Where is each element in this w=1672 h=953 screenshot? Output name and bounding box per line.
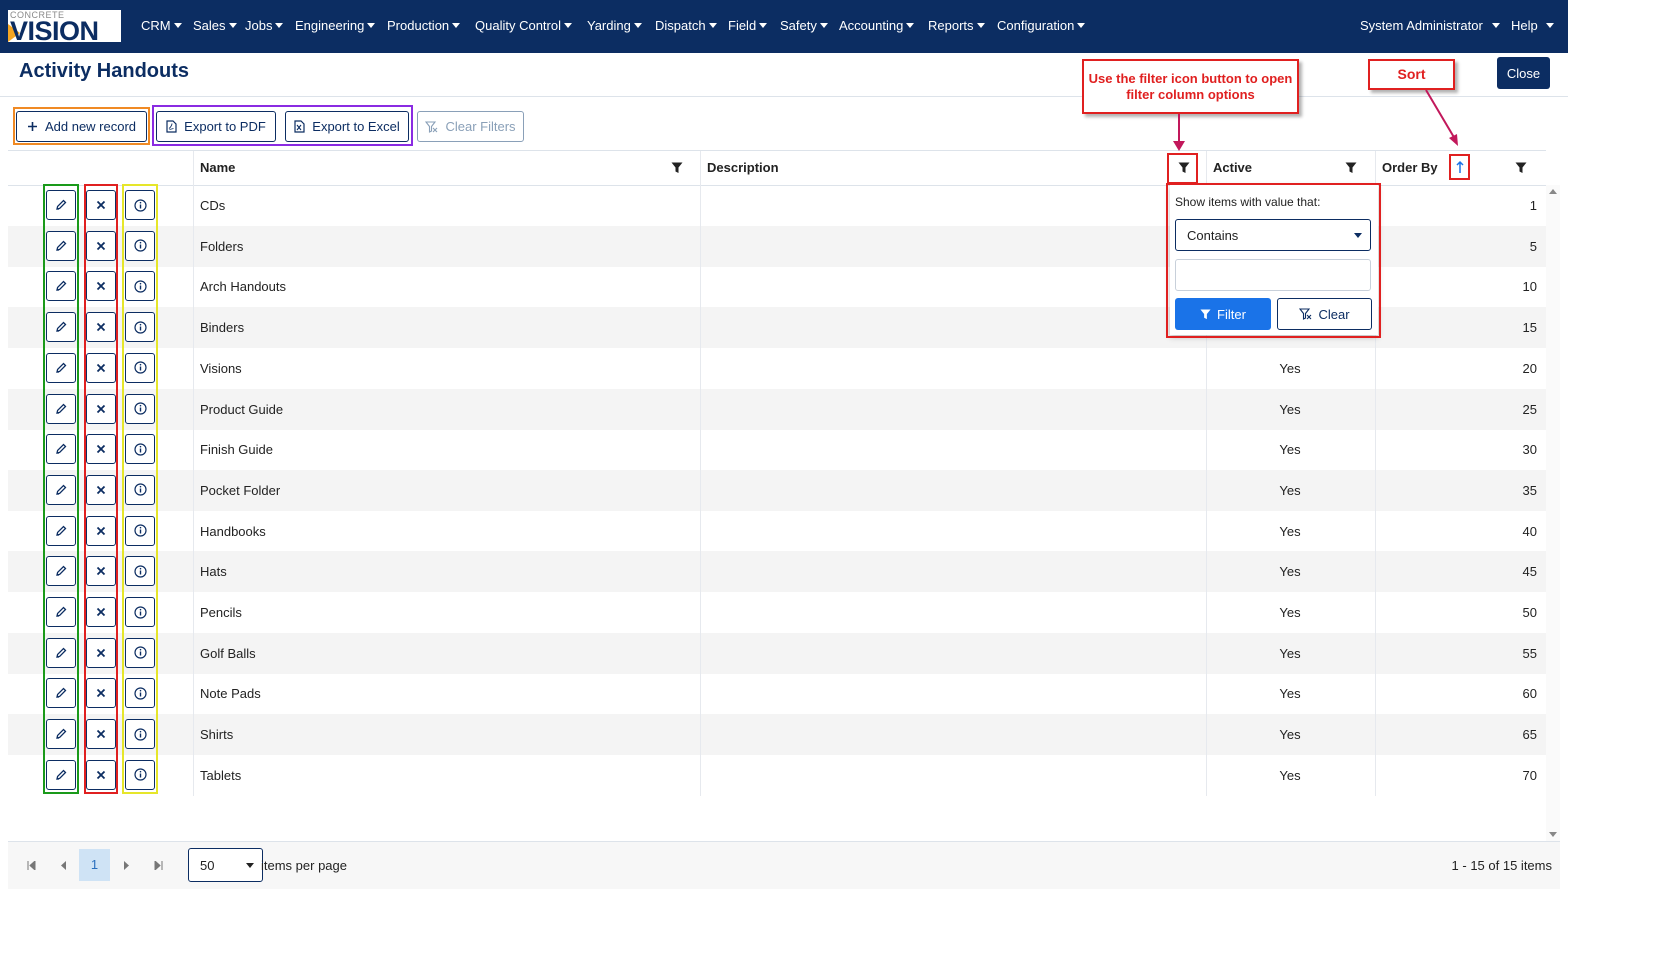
arrow-line: [1425, 89, 1456, 140]
arrow-head: [1173, 141, 1185, 151]
canvas: CONCRETE VISION CRM Sales Jobs Engineering P…: [0, 0, 1568, 889]
arrow-head: [1449, 134, 1458, 146]
annotation-arrows: [1173, 89, 1458, 151]
